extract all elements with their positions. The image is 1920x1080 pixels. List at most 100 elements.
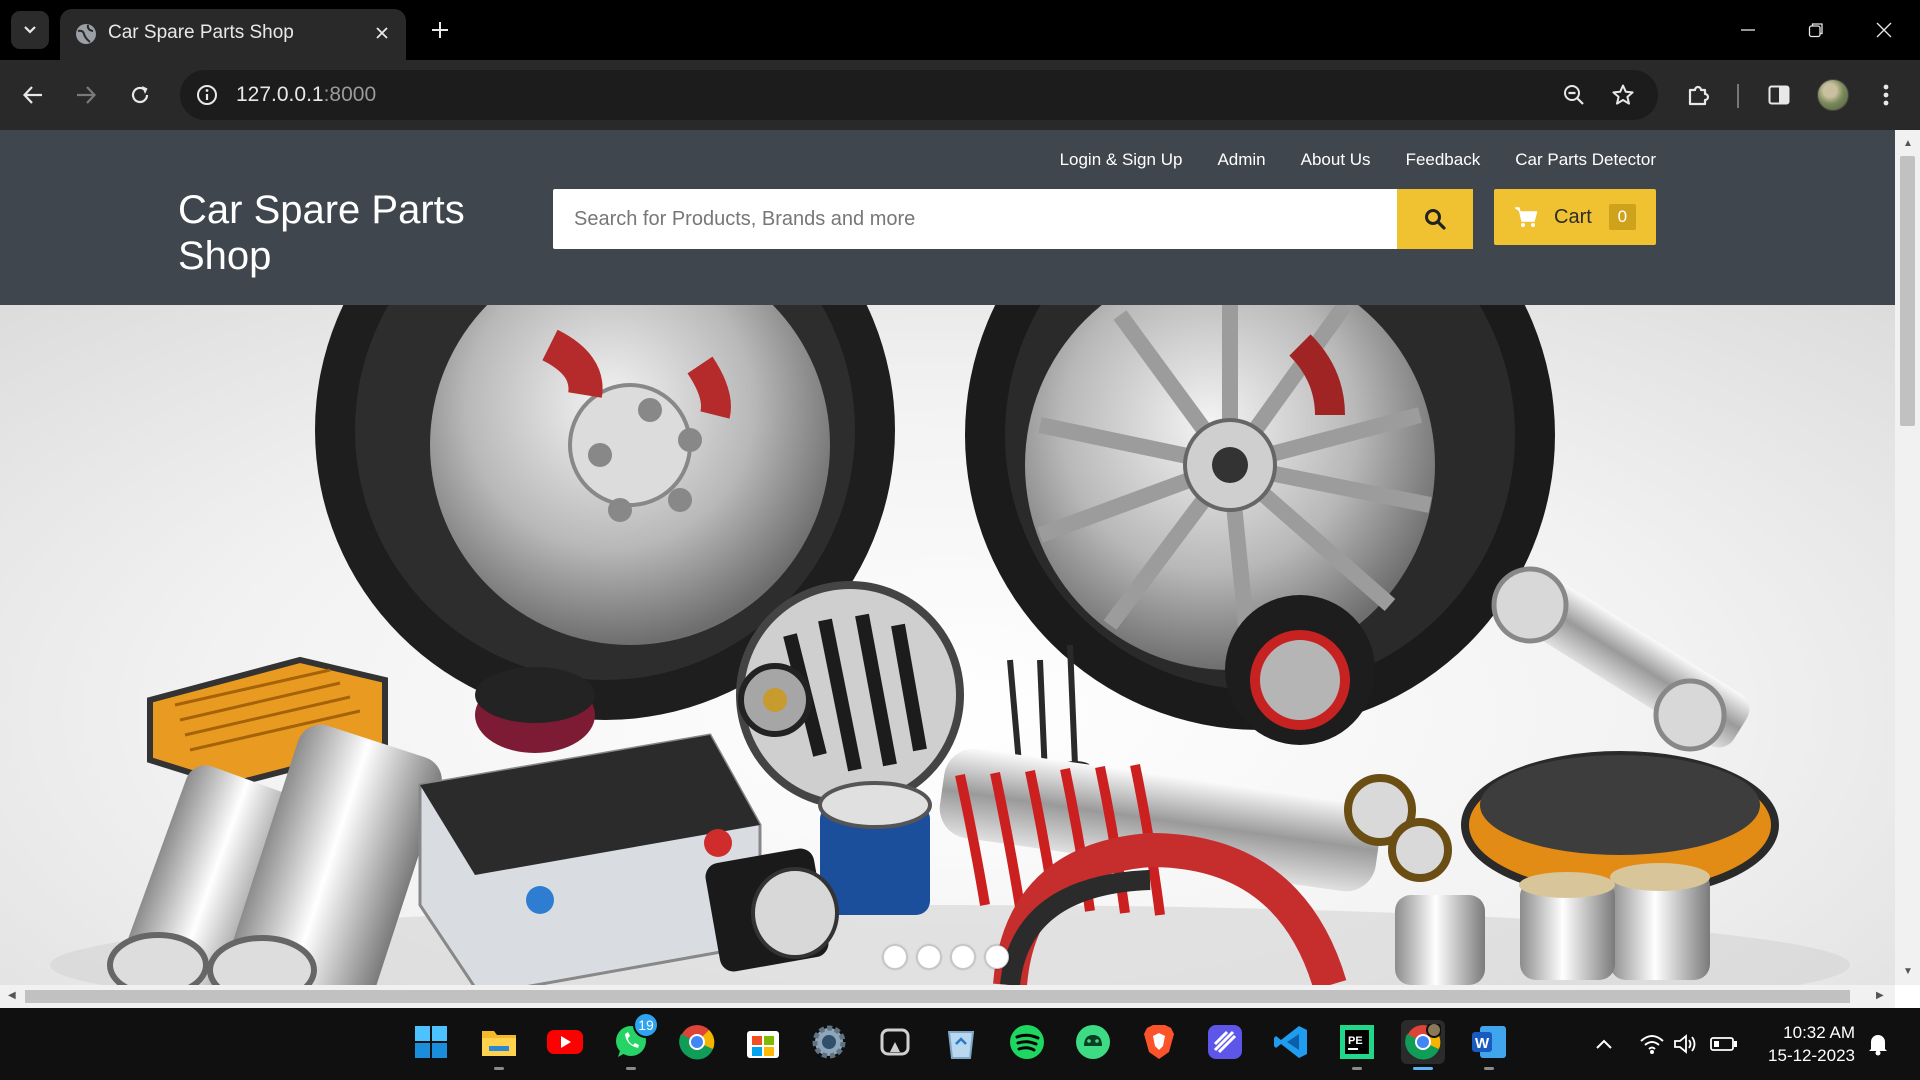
search-box <box>553 189 1398 249</box>
reload-icon <box>131 86 149 104</box>
browser-menu-button[interactable] <box>1868 77 1904 113</box>
back-button[interactable] <box>14 76 52 114</box>
linear-icon <box>1208 1025 1242 1059</box>
scroll-down-arrow[interactable]: ▼ <box>1903 966 1913 977</box>
toolbar-divider <box>1737 84 1739 108</box>
top-navigation: Login & Sign Up Admin About Us Feedback … <box>1060 150 1656 170</box>
nav-admin[interactable]: Admin <box>1217 150 1265 170</box>
notifications-button[interactable] <box>1864 1030 1892 1058</box>
running-indicator <box>1352 1067 1362 1070</box>
nav-car-parts-detector[interactable]: Car Parts Detector <box>1515 150 1656 170</box>
vertical-scrollbar[interactable]: ▲ ▼ <box>1895 130 1920 985</box>
tab-search-button[interactable] <box>11 11 49 49</box>
taskbar-android-studio[interactable] <box>1071 1020 1115 1064</box>
scroll-up-arrow[interactable]: ▲ <box>1903 138 1913 149</box>
taskbar-file-explorer[interactable] <box>477 1020 521 1070</box>
carousel-dot-1[interactable] <box>883 945 907 969</box>
search-icon <box>1425 209 1446 230</box>
url-port: :8000 <box>323 83 377 106</box>
speaker-icon <box>1674 1034 1696 1054</box>
chevron-up-icon <box>1596 1039 1612 1049</box>
restore-button[interactable] <box>1796 14 1836 46</box>
running-indicator <box>1484 1067 1494 1070</box>
scroll-left-arrow[interactable]: ◀ <box>8 990 16 1001</box>
url-text[interactable]: 127.0.0.1:8000 <box>236 83 376 107</box>
forward-button[interactable] <box>67 76 105 114</box>
restore-icon <box>1808 23 1823 38</box>
youtube-icon <box>547 1030 583 1054</box>
taskbar-pycharm[interactable]: PE <box>1335 1020 1379 1070</box>
cart-button[interactable]: Cart 0 <box>1494 189 1656 245</box>
hero-carousel[interactable] <box>0 305 1895 985</box>
taskbar-linear[interactable] <box>1203 1020 1247 1064</box>
folder-icon <box>482 1031 516 1056</box>
taskbar-microsoft-store[interactable] <box>741 1020 785 1064</box>
nav-about-us[interactable]: About Us <box>1301 150 1371 170</box>
taskbar-spotify[interactable] <box>1005 1020 1049 1064</box>
scroll-right-arrow[interactable]: ▶ <box>1876 990 1884 1001</box>
reload-button[interactable] <box>121 76 159 114</box>
site-info-button[interactable] <box>192 80 222 110</box>
taskbar-recycle-bin[interactable] <box>939 1020 983 1064</box>
system-clock[interactable]: 10:32 AM 15-12-2023 <box>1755 1021 1855 1067</box>
close-icon <box>1876 22 1892 38</box>
taskbar-settings[interactable] <box>807 1020 851 1064</box>
more-vertical-icon <box>1883 84 1889 106</box>
spotify-icon <box>1010 1025 1044 1059</box>
nav-login-signup[interactable]: Login & Sign Up <box>1060 150 1183 170</box>
windows-taskbar: 19 PE W 10:32 AM 15-12-2023 <box>0 1008 1920 1080</box>
minimize-button[interactable] <box>1728 14 1768 46</box>
taskbar-brave[interactable] <box>1137 1020 1181 1064</box>
taskbar-vs-code[interactable] <box>1269 1020 1313 1064</box>
carousel-dot-2[interactable] <box>917 945 941 969</box>
close-window-button[interactable] <box>1864 14 1904 46</box>
horizontal-scroll-thumb[interactable] <box>25 990 1850 1003</box>
taskbar-whatsapp[interactable]: 19 <box>609 1012 659 1070</box>
wifi-status[interactable] <box>1638 1030 1666 1058</box>
taskbar-chrome[interactable] <box>675 1020 719 1064</box>
running-indicator <box>1413 1067 1433 1070</box>
gear-icon <box>812 1025 846 1059</box>
cart-label: Cart <box>1554 205 1592 228</box>
show-hidden-icons-button[interactable] <box>1590 1030 1618 1058</box>
browser-tab-bar: Car Spare Parts Shop <box>0 0 1920 60</box>
search-button[interactable] <box>1397 189 1473 249</box>
running-indicator <box>626 1067 636 1070</box>
new-tab-button[interactable] <box>424 14 456 46</box>
tab-close-button[interactable] <box>368 19 396 47</box>
taskbar-youtube[interactable] <box>543 1020 587 1064</box>
globe-icon <box>76 24 96 44</box>
vertical-scroll-thumb[interactable] <box>1900 156 1915 426</box>
svg-text:PE: PE <box>1348 1035 1363 1047</box>
horizontal-scrollbar[interactable]: ◀ ▶ <box>0 985 1895 1008</box>
site-brand[interactable]: Car Spare Parts Shop <box>178 187 508 279</box>
browser-toolbar: 127.0.0.1:8000 <box>0 60 1920 130</box>
battery-status[interactable] <box>1710 1030 1738 1058</box>
bookmark-button[interactable] <box>1607 79 1639 111</box>
carousel-dot-4[interactable] <box>985 945 1009 969</box>
chevron-down-icon <box>24 26 36 34</box>
pycharm-icon: PE <box>1340 1025 1374 1059</box>
carousel-indicators <box>883 945 1009 969</box>
address-bar[interactable]: 127.0.0.1:8000 <box>180 70 1658 120</box>
star-icon <box>1612 84 1634 105</box>
profile-avatar[interactable] <box>1817 79 1849 111</box>
side-panel-icon <box>1768 85 1790 105</box>
volume-status[interactable] <box>1672 1030 1700 1058</box>
running-indicator <box>494 1067 504 1070</box>
nav-feedback[interactable]: Feedback <box>1406 150 1481 170</box>
taskbar-chrome-active[interactable] <box>1401 1020 1445 1070</box>
carousel-dot-3[interactable] <box>951 945 975 969</box>
browser-tab[interactable]: Car Spare Parts Shop <box>60 9 406 60</box>
search-input[interactable] <box>553 189 1398 249</box>
cart-icon <box>1514 204 1540 230</box>
start-button[interactable] <box>409 1020 453 1064</box>
windows-logo-icon <box>415 1026 447 1058</box>
taskbar-snipping-tool[interactable] <box>873 1020 917 1064</box>
chrome-icon <box>679 1025 715 1060</box>
extensions-button[interactable] <box>1681 77 1717 113</box>
word-icon: W <box>1472 1026 1506 1058</box>
side-panel-button[interactable] <box>1761 77 1797 113</box>
taskbar-word[interactable]: W <box>1467 1020 1511 1070</box>
zoom-button[interactable] <box>1558 79 1590 111</box>
